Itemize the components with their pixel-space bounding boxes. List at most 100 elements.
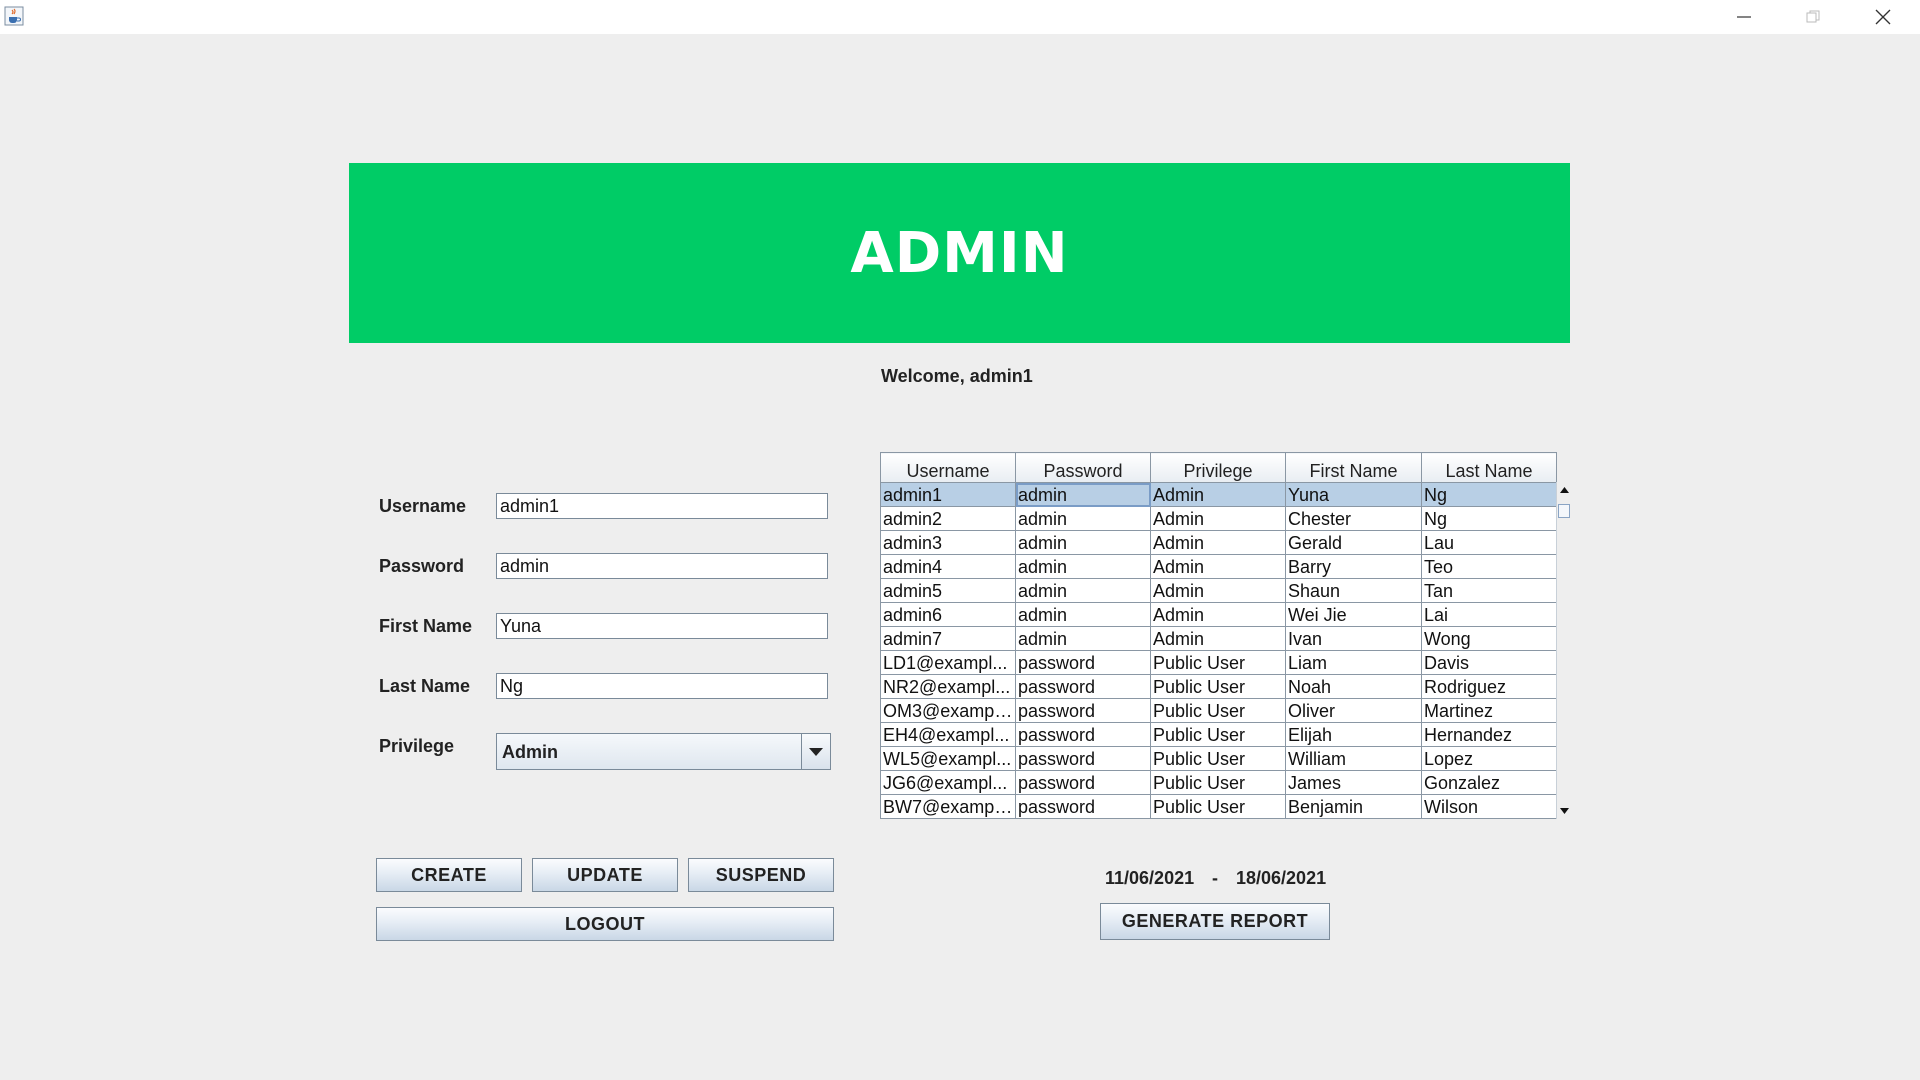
table-cell[interactable]: admin [1015,554,1151,579]
privilege-dropdown[interactable]: Admin [496,733,831,770]
table-cell[interactable]: Rodriguez [1421,674,1557,699]
table-cell[interactable]: Ng [1421,506,1557,531]
password-field[interactable] [496,553,828,579]
table-cell[interactable]: password [1015,770,1151,795]
table-cell[interactable]: password [1015,794,1151,819]
table-cell[interactable]: Barry [1285,554,1422,579]
table-cell[interactable]: admin [1015,578,1151,603]
table-cell[interactable]: Public User [1150,746,1286,771]
table-cell[interactable]: admin5 [880,578,1016,603]
table-cell[interactable]: Public User [1150,674,1286,699]
table-cell[interactable]: Gonzalez [1421,770,1557,795]
column-header-last-name[interactable]: Last Name [1421,452,1557,483]
table-cell[interactable]: Wong [1421,626,1557,651]
table-cell[interactable]: admin [1015,530,1151,555]
table-cell[interactable]: LD1@exampl... [880,650,1016,675]
update-button[interactable]: UPDATE [532,858,678,892]
table-vertical-scrollbar[interactable] [1556,482,1571,819]
table-cell[interactable]: admin [1015,482,1151,507]
table-cell[interactable]: Admin [1150,530,1286,555]
table-cell[interactable]: Admin [1150,626,1286,651]
first-name-field[interactable] [496,613,828,639]
table-cell[interactable]: WL5@exampl... [880,746,1016,771]
table-cell[interactable]: Elijah [1285,722,1422,747]
table-cell[interactable]: Hernandez [1421,722,1557,747]
table-row[interactable]: WL5@exampl... password Public User Willi… [880,746,1557,771]
table-cell[interactable]: Wei Jie [1285,602,1422,627]
table-cell[interactable]: Yuna [1285,482,1422,507]
table-cell[interactable]: admin [1015,626,1151,651]
table-cell[interactable]: Benjamin [1285,794,1422,819]
table-row[interactable]: admin1 admin Admin Yuna Ng [880,482,1557,507]
table-cell[interactable]: Davis [1421,650,1557,675]
username-field[interactable] [496,493,828,519]
table-cell[interactable]: Public User [1150,650,1286,675]
table-cell[interactable]: NR2@exampl... [880,674,1016,699]
column-header-first-name[interactable]: First Name [1285,452,1422,483]
table-cell[interactable]: BW7@exampl... [880,794,1016,819]
table-cell[interactable]: Public User [1150,698,1286,723]
table-cell[interactable]: admin7 [880,626,1016,651]
users-table[interactable]: Username Password Privilege First Name L… [880,452,1557,819]
table-cell[interactable]: password [1015,650,1151,675]
table-cell[interactable]: JG6@exampl... [880,770,1016,795]
logout-button[interactable]: LOGOUT [376,907,834,941]
table-row[interactable]: LD1@exampl... password Public User Liam … [880,650,1557,675]
column-header-password[interactable]: Password [1015,452,1151,483]
table-cell[interactable]: Admin [1150,554,1286,579]
table-cell[interactable]: Martinez [1421,698,1557,723]
table-cell[interactable]: Chester [1285,506,1422,531]
table-cell[interactable]: Lopez [1421,746,1557,771]
generate-report-button[interactable]: GENERATE REPORT [1100,903,1330,940]
table-cell[interactable]: Lai [1421,602,1557,627]
table-row[interactable]: EH4@exampl... password Public User Elija… [880,722,1557,747]
suspend-button[interactable]: SUSPEND [688,858,834,892]
dropdown-arrow-button[interactable] [801,734,830,769]
table-cell[interactable]: admin4 [880,554,1016,579]
table-row[interactable]: BW7@exampl... password Public User Benja… [880,794,1557,819]
table-row[interactable]: JG6@exampl... password Public User James… [880,770,1557,795]
table-cell[interactable]: Admin [1150,578,1286,603]
table-row[interactable]: admin7 admin Admin Ivan Wong [880,626,1557,651]
table-cell[interactable]: Oliver [1285,698,1422,723]
table-cell[interactable]: OM3@exampl... [880,698,1016,723]
table-cell[interactable]: admin [1015,506,1151,531]
table-cell[interactable]: password [1015,698,1151,723]
table-cell[interactable]: EH4@exampl... [880,722,1016,747]
table-cell[interactable]: admin3 [880,530,1016,555]
table-cell[interactable]: Ivan [1285,626,1422,651]
table-cell[interactable]: Admin [1150,482,1286,507]
table-row[interactable]: admin2 admin Admin Chester Ng [880,506,1557,531]
table-cell[interactable]: Wilson [1421,794,1557,819]
column-header-username[interactable]: Username [880,452,1016,483]
table-cell[interactable]: admin [1015,602,1151,627]
table-cell[interactable]: Shaun [1285,578,1422,603]
column-header-privilege[interactable]: Privilege [1150,452,1286,483]
table-row[interactable]: admin3 admin Admin Gerald Lau [880,530,1557,555]
table-cell[interactable]: Public User [1150,794,1286,819]
scrollbar-thumb[interactable] [1558,504,1570,518]
table-cell[interactable]: William [1285,746,1422,771]
table-cell[interactable]: Ng [1421,482,1557,507]
table-cell[interactable]: Public User [1150,770,1286,795]
table-cell[interactable]: Admin [1150,602,1286,627]
table-cell[interactable]: Noah [1285,674,1422,699]
table-cell[interactable]: admin2 [880,506,1016,531]
table-cell[interactable]: admin6 [880,602,1016,627]
table-row[interactable]: admin4 admin Admin Barry Teo [880,554,1557,579]
table-cell[interactable]: Lau [1421,530,1557,555]
table-cell[interactable]: Liam [1285,650,1422,675]
table-cell[interactable]: password [1015,674,1151,699]
table-row[interactable]: NR2@exampl... password Public User Noah … [880,674,1557,699]
restore-button[interactable] [1778,0,1848,34]
close-button[interactable] [1848,0,1918,34]
table-row[interactable]: OM3@exampl... password Public User Olive… [880,698,1557,723]
table-cell[interactable]: James [1285,770,1422,795]
table-cell[interactable]: admin1 [880,482,1016,507]
table-cell[interactable]: password [1015,746,1151,771]
scroll-up-button[interactable] [1559,484,1570,496]
table-cell[interactable]: Tan [1421,578,1557,603]
table-cell[interactable]: Admin [1150,506,1286,531]
table-cell[interactable]: Teo [1421,554,1557,579]
table-cell[interactable]: Public User [1150,722,1286,747]
